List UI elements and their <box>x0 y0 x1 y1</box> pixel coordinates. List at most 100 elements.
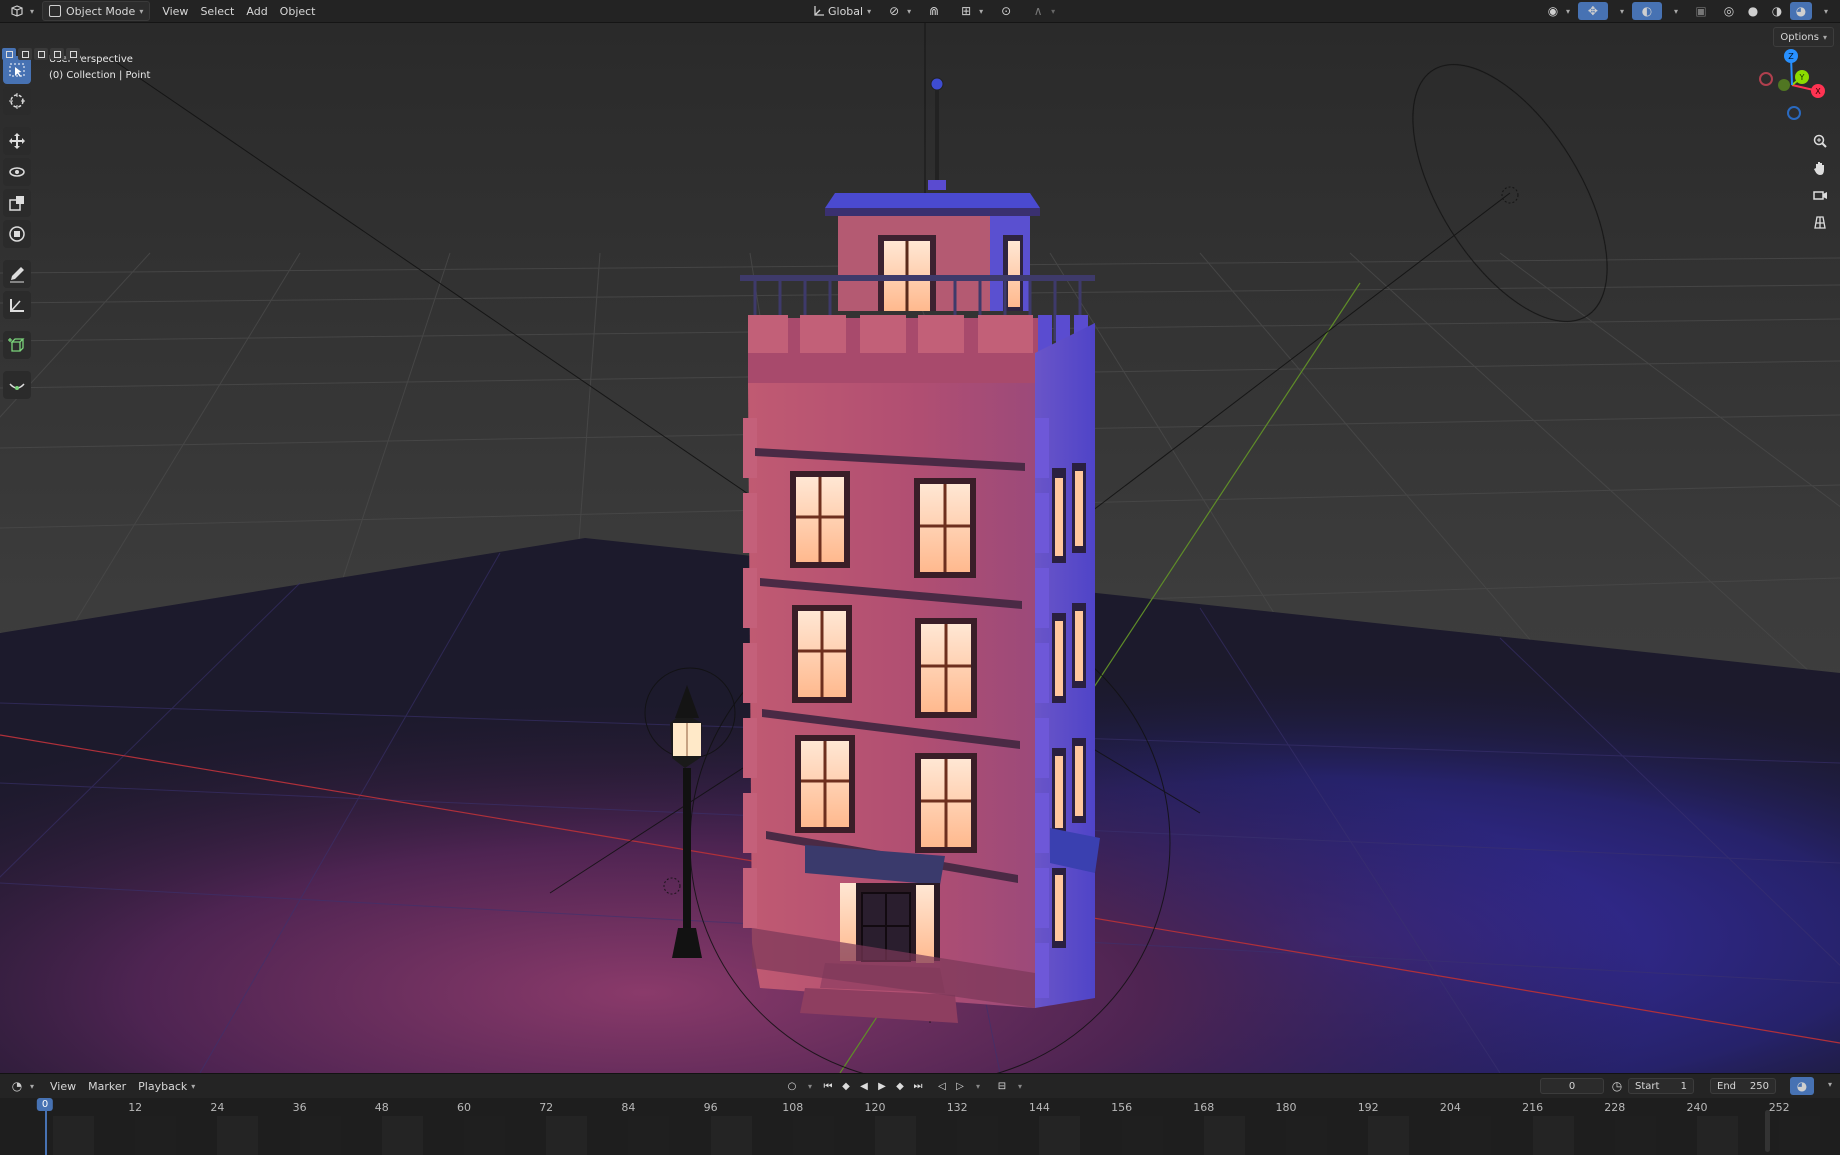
jump-end-button[interactable]: ⏭ <box>909 1077 927 1095</box>
loop-cut-tool[interactable] <box>3 371 31 399</box>
pivot-link-icon: ⊘ <box>889 4 900 18</box>
add-cube-icon <box>8 338 25 352</box>
options-dropdown[interactable]: Options ▾ <box>1773 27 1834 47</box>
prev-keyframe-button[interactable]: ◆ <box>837 1077 855 1095</box>
add-cube-tool[interactable] <box>3 331 31 359</box>
visibility-dropdown[interactable]: ◉ ▾ <box>1538 2 1576 20</box>
chevron-down-icon[interactable]: ▾ <box>801 1077 819 1095</box>
square-new-icon <box>5 50 13 58</box>
playhead-badge[interactable]: 0 <box>36 1098 54 1111</box>
gizmo-toggle[interactable]: ✥ <box>1577 2 1608 20</box>
neg-y-handle[interactable] <box>1778 79 1790 91</box>
navigation-buttons <box>1808 129 1832 234</box>
timeline-menu-view[interactable]: View <box>44 1077 82 1095</box>
toolbar-separator <box>3 322 31 328</box>
ruler-number: 24 <box>210 1101 225 1114</box>
ruler-band <box>792 1116 834 1155</box>
collection-info: (0) Collection | Point <box>49 70 151 81</box>
end-frame-field[interactable]: End 250 <box>1710 1078 1776 1094</box>
select-subtract-button[interactable] <box>34 48 48 60</box>
timeline-menu-marker[interactable]: Marker <box>82 1077 132 1095</box>
ruler-number: 180 <box>1275 1101 1297 1114</box>
shading-solid[interactable]: ● <box>1742 2 1764 20</box>
ruler-band <box>710 1116 752 1155</box>
mode-dropdown[interactable]: Object Mode ▾ <box>42 1 151 21</box>
timeline-header: ◔ ▾ View Marker Playback ▾ ○ ▾ ⏮ ◆ ◀ ▶ ◆ … <box>0 1074 1840 1098</box>
select-difference-button[interactable] <box>50 48 64 60</box>
ruler-band <box>1532 1116 1574 1155</box>
menu-view[interactable]: View <box>156 2 194 20</box>
next-frame-button[interactable]: ▷ <box>951 1077 969 1095</box>
jump-start-button[interactable]: ⏮ <box>819 1077 837 1095</box>
keying-set-button[interactable]: ⊟ <box>993 1077 1011 1095</box>
overlays-icon: ◐ <box>1641 4 1653 18</box>
transform-orientation-dropdown[interactable]: Global ▾ <box>804 2 877 20</box>
proportional-editing-toggle[interactable]: ⊙ <box>991 2 1021 20</box>
xray-toggle[interactable]: ▣ <box>1686 2 1716 20</box>
ortho-toggle-button[interactable] <box>1808 210 1832 234</box>
select-extend-button[interactable] <box>18 48 32 60</box>
current-frame-field[interactable]: 0 <box>1540 1078 1604 1094</box>
3d-viewport[interactable]: User Perspective (0) Collection | Point <box>0 23 1840 1073</box>
editor-type-button[interactable]: ▾ <box>2 2 40 20</box>
navigation-gizmo[interactable]: X Y Z <box>1756 49 1828 121</box>
start-frame-field[interactable]: Start 1 <box>1628 1078 1694 1094</box>
move-tool[interactable] <box>3 127 31 155</box>
scale-tool[interactable] <box>3 189 31 217</box>
gizmo-dropdown[interactable]: ▾ <box>1610 2 1630 20</box>
menu-select[interactable]: Select <box>194 2 240 20</box>
neg-z-handle[interactable] <box>1787 106 1801 120</box>
snap-target-dropdown[interactable]: ⊞ ▾ <box>951 2 989 20</box>
snap-toggle[interactable]: ⋒ <box>919 2 949 20</box>
timeline-editor-type-button[interactable]: ◔ ▾ <box>2 1077 40 1095</box>
prev-frame-button[interactable]: ◁ <box>933 1077 951 1095</box>
options-label: Options <box>1780 31 1819 43</box>
eye-icon: ◉ <box>1547 4 1559 18</box>
pan-button[interactable] <box>1808 156 1832 180</box>
scene-render <box>0 23 1840 1073</box>
falloff-dropdown[interactable]: ∧ ▾ <box>1023 2 1061 20</box>
play-reverse-button[interactable]: ◀ <box>855 1077 873 1095</box>
select-box-tool[interactable] <box>3 56 31 84</box>
shading-wireframe[interactable]: ◎ <box>1718 2 1740 20</box>
menu-add[interactable]: Add <box>240 2 273 20</box>
start-label: Start <box>1635 1080 1660 1092</box>
chevron-down-icon[interactable]: ▾ <box>1011 1077 1029 1095</box>
chevron-down-icon: ▾ <box>979 6 984 16</box>
camera-view-button[interactable] <box>1808 183 1832 207</box>
play-button[interactable]: ▶ <box>873 1077 891 1095</box>
timeline-ruler[interactable]: 12 24 36 48 60 72 84 96 108 120 132 144 156 168 180 192… <box>0 1098 1840 1155</box>
auto-keying-toggle[interactable]: ○ <box>783 1077 801 1095</box>
pivot-point-dropdown[interactable]: ⊘ ▾ <box>879 2 917 20</box>
ruler-band <box>1450 1116 1492 1155</box>
timeline-scrollbar[interactable] <box>1765 1110 1770 1152</box>
shading-material[interactable]: ◑ <box>1766 2 1788 20</box>
gizmo-icon: ✥ <box>1587 4 1598 18</box>
zoom-button[interactable] <box>1808 129 1832 153</box>
shading-dropdown[interactable]: ▾ <box>1814 2 1834 20</box>
overlays-dropdown[interactable]: ▾ <box>1664 2 1684 20</box>
timeline-view-dropdown[interactable]: ◕ <box>1790 1077 1814 1095</box>
end-value: 250 <box>1749 1080 1769 1092</box>
next-keyframe-button[interactable]: ◆ <box>891 1077 909 1095</box>
shading-rendered[interactable]: ◕ <box>1789 2 1812 20</box>
rotate-tool[interactable] <box>3 158 31 186</box>
overlays-toggle[interactable]: ◐ <box>1631 2 1662 20</box>
select-new-button[interactable] <box>2 48 16 60</box>
neg-x-handle[interactable] <box>1759 72 1773 86</box>
ruler-number: 156 <box>1111 1101 1133 1114</box>
menu-object[interactable]: Object <box>274 2 322 20</box>
annotate-tool[interactable] <box>3 260 31 288</box>
start-value: 1 <box>1680 1080 1687 1092</box>
ruler-band <box>381 1116 423 1155</box>
chevron-down-icon: ▾ <box>1051 6 1056 16</box>
chevron-down-icon[interactable]: ▾ <box>969 1077 987 1095</box>
chevron-down-icon: ▾ <box>139 6 144 16</box>
measure-tool[interactable] <box>3 291 31 319</box>
transform-tool[interactable] <box>3 220 31 248</box>
select-intersect-button[interactable] <box>66 48 80 60</box>
cursor-tool[interactable] <box>3 87 31 115</box>
timeline-menu-playback[interactable]: Playback ▾ <box>132 1077 201 1095</box>
ruler-number: 240 <box>1686 1101 1708 1114</box>
ruler-number: 252 <box>1768 1101 1790 1114</box>
